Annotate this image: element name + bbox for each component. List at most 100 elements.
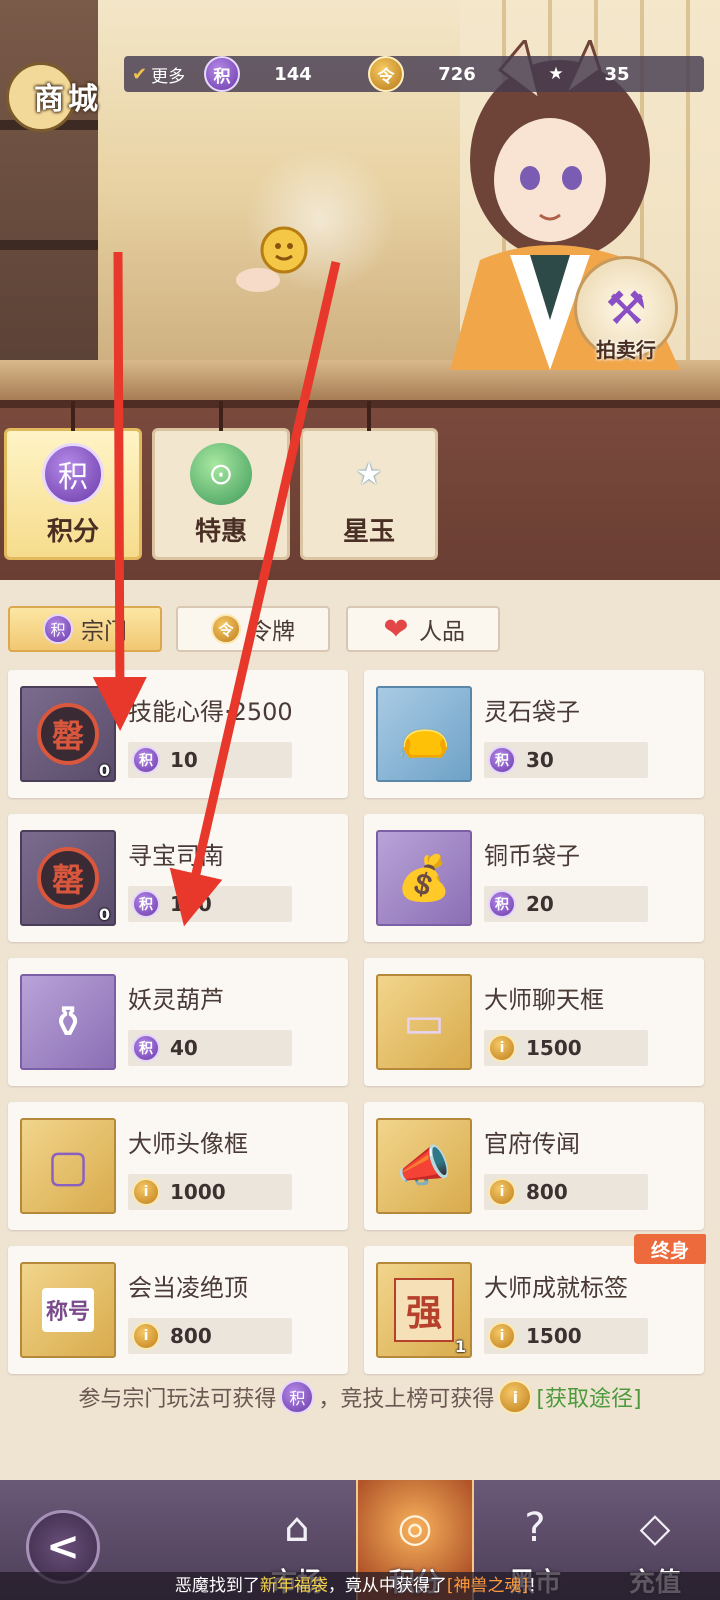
page-title: 商城 xyxy=(4,58,112,134)
shop-banner: 商城 ✔ 更多 积 144 令 726 ★ 35 ⚒ 拍卖行 xyxy=(0,0,720,400)
item-name: 灵石袋子 xyxy=(484,698,580,726)
item-thumb: ▭ xyxy=(376,974,472,1070)
honor-coin-icon: i xyxy=(488,1322,516,1350)
tab-star-jade[interactable]: ★ 星玉 xyxy=(300,401,438,560)
tab-points-label: 积分 xyxy=(46,517,99,547)
item-card[interactable]: ▢ 大师头像框 i 1000 xyxy=(8,1102,348,1230)
announcement-ticker: 恶魔找到了新年福袋，竟从中获得了[神兽之魂]！ xyxy=(0,1572,720,1600)
item-card[interactable]: ▭ 大师聊天框 i 1500 xyxy=(364,958,704,1086)
item-thumb: 💰 xyxy=(376,830,472,926)
heart-icon: ❤ xyxy=(383,611,409,647)
item-name: 技能心得·2500 xyxy=(128,698,293,726)
category-tab-bar: 积 积分 ⊙ 特惠 ★ 星玉 xyxy=(0,400,720,580)
shop-content: 积 宗门 令 令牌 ❤ 人品 罄 0 技能心得·2500 积 10 👝 灵石袋子 xyxy=(0,580,720,1480)
points-icon: 积 xyxy=(132,746,160,774)
item-name: 铜币袋子 xyxy=(484,842,580,870)
ticker-text-1: 恶魔找到了 xyxy=(174,1576,260,1596)
item-count: 0 xyxy=(98,905,110,924)
hint-text-2: ，竞技上榜可获得 xyxy=(318,1387,495,1412)
token-icon: 令 xyxy=(368,56,404,92)
points-icon: 积 xyxy=(42,443,104,505)
spirit-stone-bag-icon: 👝 xyxy=(396,709,452,760)
ticker-text-2: ，竟从中获得了 xyxy=(327,1576,447,1596)
item-card[interactable]: 称号 会当凌绝顶 i 800 xyxy=(8,1246,348,1374)
achievement-tag-icon: 强 xyxy=(393,1278,454,1342)
item-card[interactable]: 👝 灵石袋子 积 30 xyxy=(364,670,704,798)
item-price: 积 10 xyxy=(128,742,292,778)
item-thumb: 称号 xyxy=(20,1262,116,1358)
chevron-down-icon: ✔ xyxy=(132,63,148,85)
item-price: i 800 xyxy=(128,1318,292,1354)
star-jade-icon: ★ xyxy=(355,456,383,492)
item-name: 妖灵葫芦 xyxy=(128,986,224,1014)
currency-token-value: 726 xyxy=(438,63,476,85)
hint-text-1: 参与宗门玩法可获得 xyxy=(78,1387,277,1412)
item-price: 积 30 xyxy=(484,742,648,778)
honor-coin-icon: i xyxy=(488,1034,516,1062)
item-price-value: 1500 xyxy=(526,1324,582,1348)
tab-points[interactable]: 积 积分 xyxy=(4,401,142,560)
item-card[interactable]: 📣 官府传闻 i 800 xyxy=(364,1102,704,1230)
subtab-token[interactable]: 令 令牌 xyxy=(176,606,330,652)
item-price: 积 20 xyxy=(484,886,648,922)
tab-star-jade-label: 星玉 xyxy=(342,517,395,547)
auction-house-label: 拍卖行 xyxy=(596,338,656,362)
item-name: 会当凌绝顶 xyxy=(128,1274,248,1302)
black-market-icon: ? xyxy=(524,1505,546,1551)
item-name: 大师头像框 xyxy=(128,1130,248,1158)
token-icon: 令 xyxy=(211,614,241,644)
item-card[interactable]: 罄 0 寻宝司南 积 150 xyxy=(8,814,348,942)
item-price: 积 40 xyxy=(128,1030,292,1066)
currency-points-value: 144 xyxy=(274,63,312,85)
item-thumb: 强 1 xyxy=(376,1262,472,1358)
item-thumb: 👝 xyxy=(376,686,472,782)
item-price: i 800 xyxy=(484,1174,648,1210)
points-icon: 积 xyxy=(43,614,73,644)
item-card[interactable]: 罄 0 技能心得·2500 积 10 xyxy=(8,670,348,798)
item-price-value: 30 xyxy=(526,748,554,772)
item-price-value: 800 xyxy=(170,1324,212,1348)
ticker-highlight-1: 新年福袋 xyxy=(259,1576,328,1596)
subtab-character[interactable]: ❤ 人品 xyxy=(346,606,500,652)
item-price: i 1500 xyxy=(484,1030,648,1066)
points-icon: 积 xyxy=(280,1380,315,1414)
earning-hint: 参与宗门玩法可获得 积 ，竞技上榜可获得 i [获取途径] xyxy=(0,1380,720,1414)
item-card[interactable]: 💰 铜币袋子 积 20 xyxy=(364,814,704,942)
auction-house-button[interactable]: ⚒ 拍卖行 xyxy=(566,256,686,376)
item-count: 1 xyxy=(454,1337,466,1356)
gourd-icon: ⚱ xyxy=(49,996,87,1048)
points-icon: 积 xyxy=(132,1034,160,1062)
market-icon: ⌂ xyxy=(284,1505,310,1551)
coin-in-hand-icon xyxy=(236,226,308,292)
item-thumb: 📣 xyxy=(376,1118,472,1214)
how-to-obtain-link[interactable]: [获取途径] xyxy=(536,1381,641,1413)
page-title-text: 商城 xyxy=(34,82,102,117)
item-card[interactable]: ⚱ 妖灵葫芦 积 40 xyxy=(8,958,348,1086)
lifetime-badge: 终身 xyxy=(634,1234,706,1264)
points-icon: 积 xyxy=(488,746,516,774)
more-button[interactable]: ✔ 更多 xyxy=(124,58,193,90)
subtab-sect[interactable]: 积 宗门 xyxy=(8,606,162,652)
avatar-frame-icon: ▢ xyxy=(47,1140,89,1192)
points-icon: 积 xyxy=(488,890,516,918)
subtab-sect-label: 宗门 xyxy=(81,619,127,645)
item-price: 积 150 xyxy=(128,886,292,922)
banner-shelf xyxy=(0,0,98,370)
dragon-icon: ⊙ xyxy=(190,443,252,505)
subtab-character-label: 人品 xyxy=(419,619,465,645)
points-icon: 积 xyxy=(132,890,160,918)
item-price-value: 150 xyxy=(170,892,212,916)
item-name: 大师成就标签 xyxy=(484,1274,628,1302)
megaphone-icon: 📣 xyxy=(396,1141,452,1192)
item-card[interactable]: 终身 强 1 大师成就标签 i 1500 xyxy=(364,1234,706,1374)
currency-star-jade-value: 35 xyxy=(604,63,630,85)
item-thumb: 罄 0 xyxy=(20,686,116,782)
item-thumb: ⚱ xyxy=(20,974,116,1070)
star-jade-icon: ★ xyxy=(548,64,564,84)
tab-special-offer[interactable]: ⊙ 特惠 xyxy=(152,401,290,560)
item-price: i 1000 xyxy=(128,1174,292,1210)
recharge-icon: ◇ xyxy=(639,1505,671,1551)
currency-bar: ✔ 更多 积 144 令 726 ★ 35 xyxy=(124,56,704,92)
back-arrow-icon: < xyxy=(46,1524,80,1570)
more-button-label: 更多 xyxy=(151,66,186,87)
